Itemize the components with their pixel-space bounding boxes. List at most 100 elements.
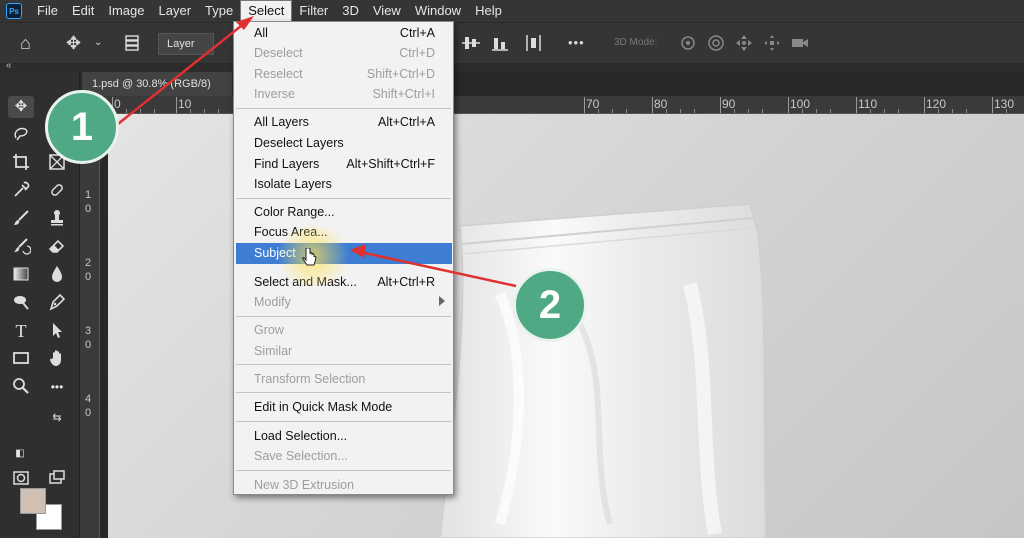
quick-mask-icon[interactable] xyxy=(8,468,34,490)
menu-item-reselect[interactable]: Reselect Shift+Ctrl+D xyxy=(234,64,453,85)
3d-slide-icon[interactable] xyxy=(762,33,782,57)
move-tool-icon[interactable]: ✥ xyxy=(66,33,81,53)
default-colors-icon[interactable]: ◧ xyxy=(12,446,28,462)
menu-item-color-range[interactable]: Color Range... xyxy=(234,202,453,223)
3d-roll-icon[interactable] xyxy=(706,33,726,57)
ruler-label: 3 xyxy=(85,325,92,337)
plastic-pouch-image xyxy=(440,204,767,538)
eyedropper-tool-icon[interactable] xyxy=(8,180,34,202)
mouse-pointer-icon xyxy=(302,248,317,266)
pen-tool-icon[interactable] xyxy=(44,292,70,314)
collapse-panels-icon[interactable]: « xyxy=(6,60,12,71)
ruler-label: 1 xyxy=(85,189,92,201)
menu-edit[interactable]: Edit xyxy=(65,0,101,22)
submenu-arrow-icon xyxy=(439,296,445,306)
ruler-label: 0 xyxy=(85,203,92,215)
ruler-label: 120 xyxy=(926,97,947,111)
align-bottom-icon[interactable] xyxy=(490,33,510,57)
align-vertical-centers-icon[interactable] xyxy=(460,33,482,57)
path-selection-tool-icon[interactable] xyxy=(44,320,70,342)
menu-separator xyxy=(236,421,451,422)
3d-camera-icon[interactable] xyxy=(790,33,810,57)
ruler-label: 2 xyxy=(85,257,92,269)
gradient-tool-icon[interactable] xyxy=(8,264,34,286)
photoshop-logo-icon: Ps xyxy=(6,3,22,19)
menu-item-transform-selection[interactable]: Transform Selection xyxy=(234,369,453,390)
menu-help[interactable]: Help xyxy=(468,0,509,22)
swap-colors-icon[interactable]: ⇆ xyxy=(48,410,66,426)
menu-view[interactable]: View xyxy=(366,0,408,22)
menu-item-inverse[interactable]: Inverse Shift+Ctrl+I xyxy=(234,84,453,105)
menu-bar: Ps File Edit Image Layer Type Select Fil… xyxy=(0,0,1024,22)
3d-orbit-icon[interactable] xyxy=(678,33,698,57)
edit-toolbar-icon[interactable]: ••• xyxy=(44,376,70,398)
history-brush-tool-icon[interactable] xyxy=(8,236,34,258)
distribute-icon[interactable] xyxy=(524,33,544,57)
menu-separator xyxy=(236,470,451,471)
blur-tool-icon[interactable] xyxy=(44,264,70,286)
menu-item-grow[interactable]: Grow xyxy=(234,320,453,341)
menu-window[interactable]: Window xyxy=(408,0,468,22)
brush-tool-icon[interactable] xyxy=(8,208,34,230)
rectangle-tool-icon[interactable] xyxy=(8,348,34,370)
menu-item-isolate-layers[interactable]: Isolate Layers xyxy=(234,174,453,195)
ruler-label: 0 xyxy=(114,97,121,111)
crop-tool-icon[interactable] xyxy=(8,152,34,174)
menu-item-quick-mask[interactable]: Edit in Quick Mask Mode xyxy=(234,397,453,418)
home-icon[interactable]: ⌂ xyxy=(20,33,31,53)
foreground-color-swatch[interactable] xyxy=(20,488,46,514)
menu-layer[interactable]: Layer xyxy=(152,0,199,22)
menu-separator xyxy=(236,108,451,109)
menu-item-new-3d-extrusion[interactable]: New 3D Extrusion xyxy=(234,475,453,496)
menu-item-modify[interactable]: Modify xyxy=(234,292,453,313)
menu-separator xyxy=(236,198,451,199)
menu-item-all-layers[interactable]: All Layers Alt+Ctrl+A xyxy=(234,112,453,133)
ruler-label: 0 xyxy=(85,407,92,419)
menu-item-similar[interactable]: Similar xyxy=(234,341,453,362)
ruler-label: 0 xyxy=(85,271,92,283)
3d-mode-label: 3D Mode: xyxy=(614,37,658,48)
menu-type[interactable]: Type xyxy=(198,0,240,22)
step-badge-1: 1 xyxy=(45,90,119,164)
move-tool-icon[interactable]: ✥ xyxy=(8,96,34,118)
ruler-label: 110 xyxy=(858,97,878,111)
dodge-tool-icon[interactable] xyxy=(8,292,34,314)
step-badge-2: 2 xyxy=(513,268,587,342)
more-options-icon[interactable]: ••• xyxy=(568,33,585,53)
menu-item-find-layers[interactable]: Find Layers Alt+Shift+Ctrl+F xyxy=(234,154,453,175)
ruler-label: 100 xyxy=(790,97,811,111)
menu-separator xyxy=(236,316,451,317)
menu-item-save-selection[interactable]: Save Selection... xyxy=(234,446,453,467)
panel-strip xyxy=(0,64,1024,72)
document-tab[interactable]: 1.psd @ 30.8% (RGB/8) xyxy=(82,72,232,96)
auto-select-icon[interactable] xyxy=(122,33,142,57)
lasso-tool-icon[interactable] xyxy=(8,124,34,146)
menu-file[interactable]: File xyxy=(30,0,65,22)
menu-item-select-and-mask[interactable]: Select and Mask...Alt+Ctrl+R xyxy=(234,272,453,293)
3d-drag-icon[interactable] xyxy=(734,33,754,57)
menu-3d[interactable]: 3D xyxy=(335,0,366,22)
chevron-down-icon[interactable]: ⌄ xyxy=(94,33,102,53)
menu-select[interactable]: Select xyxy=(240,0,293,22)
menu-separator xyxy=(236,364,451,365)
auto-select-target-dropdown[interactable]: Layer xyxy=(158,33,214,55)
eraser-tool-icon[interactable] xyxy=(44,236,70,258)
hand-tool-icon[interactable] xyxy=(44,348,70,370)
menu-item-all[interactable]: All Ctrl+A xyxy=(234,23,453,44)
type-tool-icon[interactable]: T xyxy=(8,320,34,342)
zoom-tool-icon[interactable] xyxy=(8,376,34,398)
menu-image[interactable]: Image xyxy=(101,0,151,22)
menu-item-load-selection[interactable]: Load Selection... xyxy=(234,426,453,447)
ruler-label: 0 xyxy=(85,339,92,351)
screen-mode-icon[interactable] xyxy=(44,468,70,490)
menu-filter[interactable]: Filter xyxy=(292,0,335,22)
ruler-label: 130 xyxy=(994,97,1015,111)
options-bar: ⌂ ✥ ⌄ Layer ••• 3D Mode: xyxy=(0,22,1024,64)
menu-item-deselect-layers[interactable]: Deselect Layers xyxy=(234,133,453,154)
ruler-label: 4 xyxy=(85,393,92,405)
photoshop-window: Ps File Edit Image Layer Type Select Fil… xyxy=(0,0,1024,538)
menu-separator xyxy=(236,392,451,393)
healing-brush-tool-icon[interactable] xyxy=(44,180,70,202)
clone-stamp-tool-icon[interactable] xyxy=(44,208,70,230)
menu-item-deselect[interactable]: Deselect Ctrl+D xyxy=(234,43,453,64)
